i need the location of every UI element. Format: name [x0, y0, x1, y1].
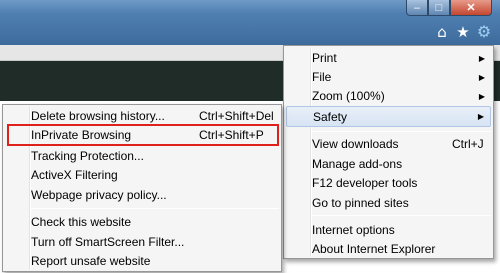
- menu-item-f12-developer-tools[interactable]: F12 developer tools: [286, 173, 491, 193]
- submenu-arrow-icon: ▶: [478, 72, 485, 82]
- submenu-arrow-icon: ▶: [477, 112, 484, 121]
- menu-item-label: Report unsafe website: [31, 254, 151, 268]
- menu-item-check-website[interactable]: Check this website: [5, 212, 279, 232]
- minimize-button[interactable]: –: [406, 0, 428, 16]
- menu-item-delete-browsing-history[interactable]: Delete browsing history... Ctrl+Shift+De…: [5, 106, 279, 126]
- close-button[interactable]: ✕: [450, 0, 492, 16]
- menu-item-label: Zoom (100%): [312, 89, 385, 103]
- menu-item-label: Turn off SmartScreen Filter...: [31, 235, 185, 249]
- menu-item-pinned-sites[interactable]: Go to pinned sites: [286, 193, 491, 213]
- menu-item-label: Print: [312, 51, 337, 65]
- menu-item-turn-off-smartscreen[interactable]: Turn off SmartScreen Filter...: [5, 232, 279, 252]
- menu-separator: [312, 131, 491, 132]
- menu-item-label: Webpage privacy policy...: [31, 188, 167, 202]
- menu-item-internet-options[interactable]: Internet options: [286, 220, 491, 240]
- submenu-arrow-icon: ▶: [478, 53, 485, 63]
- menu-item-label: Check this website: [31, 215, 132, 229]
- menu-separator: [312, 215, 491, 216]
- menu-item-label: About Internet Explorer: [312, 242, 436, 256]
- favorites-star-icon[interactable]: ★: [455, 24, 471, 40]
- menu-item-view-downloads[interactable]: View downloads Ctrl+J: [286, 134, 491, 154]
- menu-item-label: Tracking Protection...: [31, 149, 144, 163]
- menu-separator: [31, 208, 279, 209]
- menu-item-shortcut: Ctrl+Shift+Del: [199, 109, 274, 123]
- menu-item-label: Internet options: [312, 223, 395, 237]
- menu-item-label: View downloads: [312, 137, 399, 151]
- menu-item-webpage-privacy-policy[interactable]: Webpage privacy policy...: [5, 185, 279, 205]
- menu-item-activex-filtering[interactable]: ActiveX Filtering: [5, 165, 279, 185]
- menu-item-manage-addons[interactable]: Manage add-ons: [286, 154, 491, 174]
- menu-item-label: ActiveX Filtering: [31, 168, 118, 182]
- menu-item-label: File: [312, 70, 332, 84]
- menu-item-label: Safety: [313, 109, 348, 124]
- home-icon[interactable]: ⌂: [434, 24, 450, 40]
- tools-menu: Print ▶ File ▶ Zoom (100%) ▶ Safety ▶ Vi…: [283, 45, 494, 259]
- menu-item-about-ie[interactable]: About Internet Explorer: [286, 239, 491, 259]
- menu-item-label: Go to pinned sites: [312, 196, 409, 210]
- safety-submenu: Delete browsing history... Ctrl+Shift+De…: [2, 104, 282, 272]
- menu-item-label: F12 developer tools: [312, 176, 418, 190]
- tools-gear-icon[interactable]: ⚙: [476, 24, 492, 40]
- maximize-button[interactable]: □: [428, 0, 450, 16]
- menu-item-safety[interactable]: Safety ▶: [286, 106, 491, 127]
- menu-item-zoom[interactable]: Zoom (100%) ▶: [286, 86, 491, 106]
- menu-item-shortcut: Ctrl+J: [452, 137, 484, 151]
- menu-item-tracking-protection[interactable]: Tracking Protection...: [5, 146, 279, 166]
- submenu-arrow-icon: ▶: [478, 91, 485, 101]
- menu-item-print[interactable]: Print ▶: [286, 48, 491, 68]
- menu-item-file[interactable]: File ▶: [286, 67, 491, 87]
- menu-item-report-unsafe-website[interactable]: Report unsafe website: [5, 251, 279, 271]
- menu-item-label: Manage add-ons: [312, 157, 403, 171]
- menu-item-label: Delete browsing history...: [31, 109, 165, 123]
- inprivate-highlight-box: [7, 124, 279, 146]
